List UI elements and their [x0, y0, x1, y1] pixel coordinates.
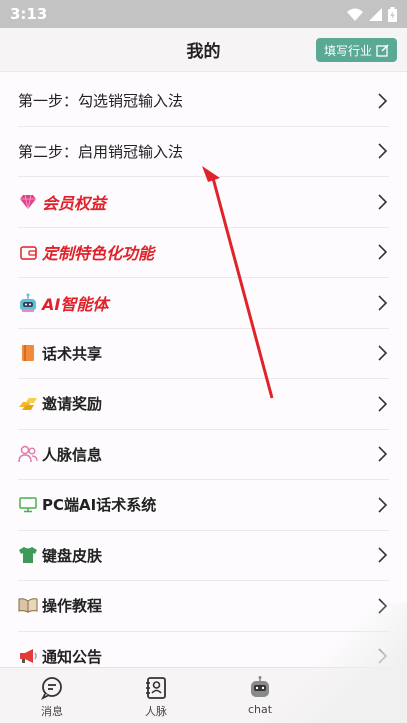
menu-item-step-one[interactable]: 第一步：勾选销冠输入法 — [18, 76, 389, 127]
chevron-right-icon — [378, 396, 387, 412]
wifi-icon — [347, 8, 363, 21]
chevron-right-icon — [378, 244, 387, 260]
menu-item-label: PC端AI话术系统 — [42, 496, 157, 515]
tab-contacts[interactable]: 人脉 — [104, 668, 208, 723]
status-time: 3:13 — [10, 5, 48, 23]
tab-label: chat — [247, 703, 273, 716]
fill-industry-button[interactable]: 填写行业 — [315, 38, 397, 62]
signal-icon — [369, 7, 382, 21]
menu-item-script-share[interactable]: 话术共享 — [18, 329, 389, 379]
menu-item-pc-ai-system[interactable]: PC端AI话术系统 — [18, 480, 389, 531]
menu-item-label: 第二步：启用销冠输入法 — [18, 142, 184, 161]
status-bar: 3:13 — [0, 0, 407, 28]
menu-item-step-two[interactable]: 第二步：启用销冠输入法 — [18, 127, 389, 177]
tab-chat[interactable]: chat — [208, 668, 312, 723]
menu-item-label: 操作教程 — [42, 597, 103, 616]
menu-item-membership[interactable]: 会员权益 — [18, 177, 389, 228]
monitor-icon — [18, 495, 38, 515]
gold-bar-icon — [18, 394, 38, 414]
tab-messages[interactable]: 消息 — [0, 668, 104, 723]
book-icon — [18, 343, 38, 363]
tab-label: 人脉 — [145, 705, 167, 718]
megaphone-icon — [18, 646, 38, 666]
header: 我的 填写行业 — [0, 28, 407, 72]
menu-item-custom-features[interactable]: 定制特色化功能 — [18, 228, 389, 278]
menu-item-label: 通知公告 — [42, 647, 103, 666]
bottom-tab-bar: 消息 人脉 chat — [0, 667, 407, 723]
tshirt-icon — [18, 545, 38, 565]
chevron-right-icon — [378, 598, 387, 614]
menu-item-contacts-info[interactable]: 人脉信息 — [18, 430, 389, 480]
wallet-icon — [18, 242, 38, 262]
robot-icon — [18, 293, 38, 313]
settings-menu: 第一步：勾选销冠输入法 第二步：启用销冠输入法 会员权益 定制特色化功能 AI智… — [0, 76, 407, 682]
menu-item-ai-agent[interactable]: AI智能体 — [18, 278, 389, 329]
contacts-icon — [146, 677, 166, 699]
chevron-right-icon — [378, 648, 387, 664]
chevron-right-icon — [378, 547, 387, 563]
robot-icon — [251, 676, 269, 697]
chevron-right-icon — [378, 446, 387, 462]
menu-item-label: AI智能体 — [42, 294, 109, 314]
chevron-right-icon — [378, 143, 387, 159]
battery-icon — [388, 6, 397, 22]
menu-item-label: 邀请奖励 — [42, 395, 103, 414]
chevron-right-icon — [378, 194, 387, 210]
chevron-right-icon — [378, 345, 387, 361]
menu-item-label: 第一步：勾选销冠输入法 — [18, 92, 184, 111]
diamond-icon — [18, 192, 38, 212]
open-book-icon — [18, 596, 38, 616]
fill-industry-label: 填写行业 — [323, 43, 372, 58]
chevron-right-icon — [378, 295, 387, 311]
tab-label: 消息 — [41, 705, 63, 718]
menu-item-label: 会员权益 — [42, 193, 107, 213]
menu-item-invite-reward[interactable]: 邀请奖励 — [18, 379, 389, 430]
chevron-right-icon — [378, 497, 387, 513]
status-icons — [347, 6, 397, 22]
menu-item-keyboard-skin[interactable]: 键盘皮肤 — [18, 531, 389, 581]
menu-item-tutorial[interactable]: 操作教程 — [18, 581, 389, 632]
chevron-right-icon — [378, 93, 387, 109]
edit-icon — [376, 43, 389, 57]
menu-item-label: 定制特色化功能 — [42, 244, 155, 264]
menu-item-label: 键盘皮肤 — [42, 546, 103, 565]
menu-item-label: 人脉信息 — [42, 445, 103, 464]
page-title: 我的 — [186, 42, 221, 62]
menu-item-label: 话术共享 — [42, 344, 103, 363]
people-icon — [18, 444, 38, 464]
chat-bubble-icon — [40, 677, 62, 700]
